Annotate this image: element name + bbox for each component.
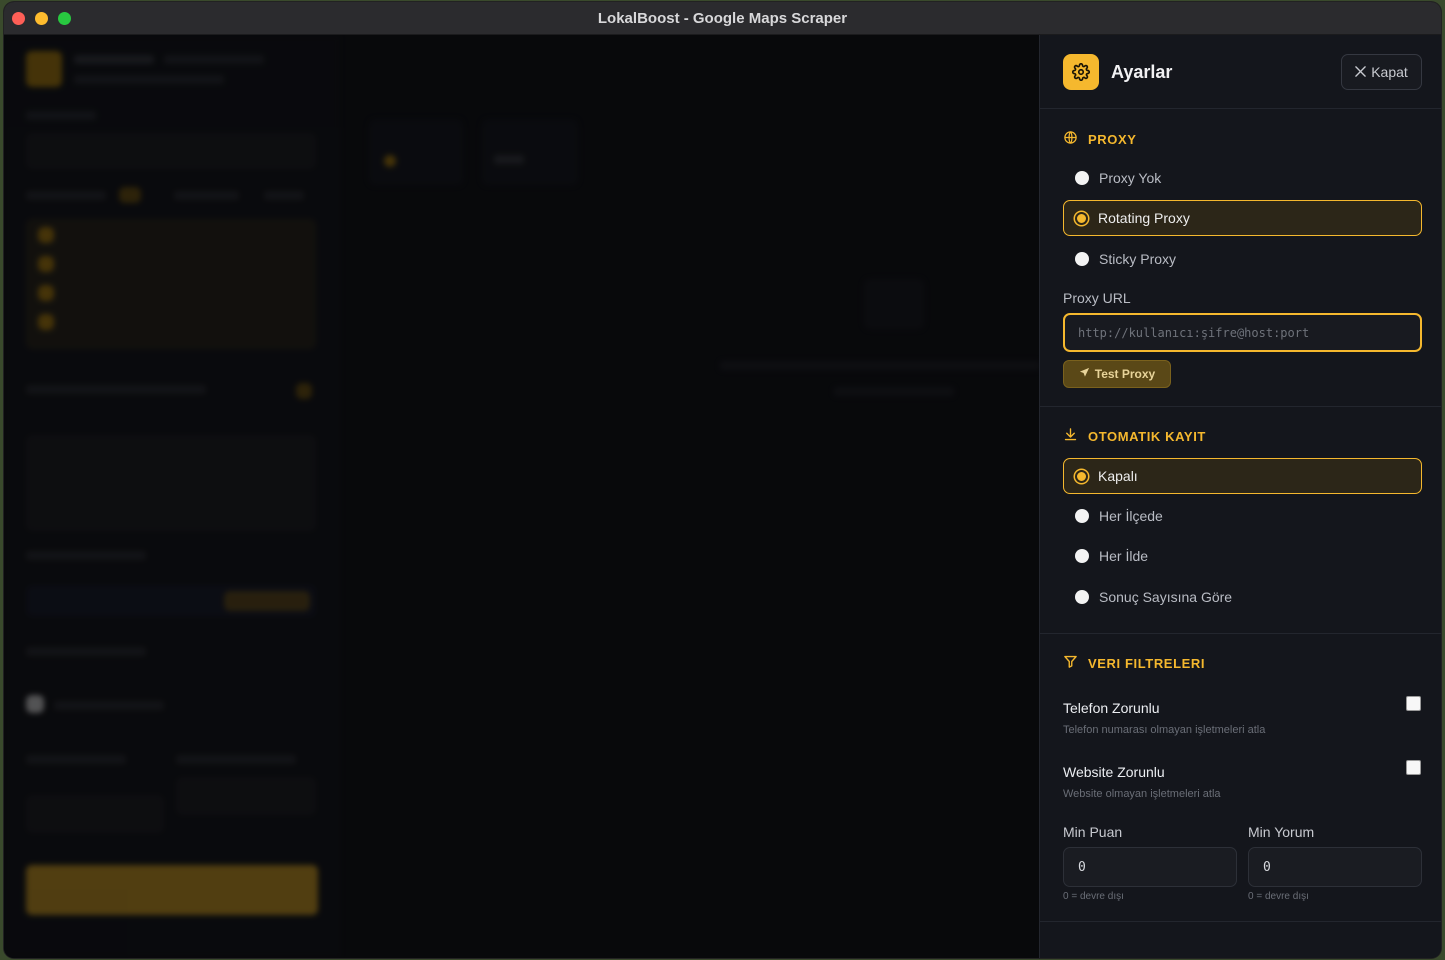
radio-label: Rotating Proxy xyxy=(1098,210,1190,226)
radio-label: Sonuç Sayısına Göre xyxy=(1099,589,1233,605)
radio-label: Sticky Proxy xyxy=(1099,251,1177,267)
app-window: LokalBoost - Google Maps Scraper Ayarlar… xyxy=(4,2,1441,958)
phone-required-desc: Telefon numarası olmayan işletmeleri atl… xyxy=(1063,724,1266,736)
background-app-blurred xyxy=(4,35,1039,958)
divider xyxy=(1040,633,1441,634)
proxy-url-input[interactable] xyxy=(1063,313,1422,352)
radio-indicator xyxy=(1075,252,1089,266)
radio-autosave-by-count[interactable]: Sonuç Sayısına Göre xyxy=(1063,579,1422,615)
radio-proxy-none[interactable]: Proxy Yok xyxy=(1063,160,1422,196)
divider xyxy=(1040,921,1441,922)
settings-title: Ayarlar xyxy=(1111,62,1173,82)
test-proxy-button[interactable]: Test Proxy xyxy=(1063,360,1171,388)
min-reviews-hint: 0 = devre dışı xyxy=(1248,891,1309,902)
website-required-title: Website Zorunlu xyxy=(1063,764,1165,780)
radio-proxy-sticky[interactable]: Sticky Proxy xyxy=(1063,241,1422,277)
radio-label: Kapalı xyxy=(1098,468,1138,484)
filters-section-title: VERI FILTRELERI xyxy=(1063,654,1205,672)
radio-label: Her İlçede xyxy=(1099,508,1163,524)
test-proxy-label: Test Proxy xyxy=(1094,367,1156,381)
website-required-desc: Website olmayan işletmeleri atla xyxy=(1063,788,1221,800)
website-required-checkbox[interactable] xyxy=(1406,760,1421,775)
globe-icon xyxy=(1063,130,1078,148)
radio-indicator xyxy=(1075,590,1089,604)
proxy-section-title: PROXY xyxy=(1063,130,1137,148)
window-title: LokalBoost - Google Maps Scraper xyxy=(597,10,848,27)
settings-panel: Ayarlar Kapat PROXY Proxy Yok Rotating P… xyxy=(1039,35,1441,958)
radio-label: Proxy Yok xyxy=(1099,170,1162,186)
radio-indicator xyxy=(1075,171,1089,185)
radio-proxy-rotating[interactable]: Rotating Proxy xyxy=(1063,200,1422,236)
radio-autosave-off[interactable]: Kapalı xyxy=(1063,458,1422,494)
radio-indicator xyxy=(1075,549,1089,563)
proxy-url-label: Proxy URL xyxy=(1063,290,1131,306)
radio-autosave-province[interactable]: Her İlde xyxy=(1063,538,1422,574)
phone-required-title: Telefon Zorunlu xyxy=(1063,700,1160,716)
filter-icon xyxy=(1063,654,1078,672)
gear-icon xyxy=(1063,54,1099,90)
radio-indicator xyxy=(1075,469,1088,483)
min-rating-input[interactable] xyxy=(1063,847,1237,887)
radio-label: Her İlde xyxy=(1099,548,1149,564)
radio-indicator xyxy=(1075,509,1089,523)
title-bar: LokalBoost - Google Maps Scraper xyxy=(4,2,1441,35)
phone-required-checkbox[interactable] xyxy=(1406,696,1421,711)
settings-header: Ayarlar Kapat xyxy=(1040,35,1441,109)
min-reviews-input[interactable] xyxy=(1248,847,1422,887)
download-icon xyxy=(1063,427,1078,445)
radio-indicator xyxy=(1075,211,1088,225)
min-reviews-label: Min Yorum xyxy=(1248,824,1315,840)
close-settings-label: Kapat xyxy=(1371,64,1408,80)
radio-autosave-district[interactable]: Her İlçede xyxy=(1063,498,1422,534)
autosave-section-title: OTOMATIK KAYIT xyxy=(1063,427,1206,445)
close-settings-button[interactable]: Kapat xyxy=(1341,54,1422,90)
min-rating-label: Min Puan xyxy=(1063,824,1123,840)
min-rating-hint: 0 = devre dışı xyxy=(1063,891,1124,902)
close-icon xyxy=(1355,64,1366,80)
send-icon xyxy=(1079,367,1090,381)
divider xyxy=(1040,406,1441,407)
